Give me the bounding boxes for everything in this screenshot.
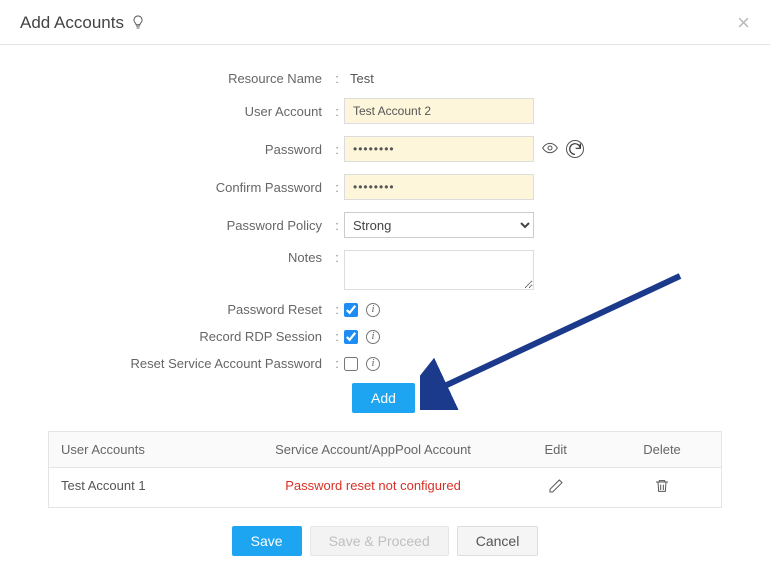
reset-svc-label: Reset Service Account Password — [40, 356, 330, 371]
lightbulb-icon[interactable] — [130, 14, 146, 33]
password-input[interactable] — [344, 136, 534, 162]
password-policy-label: Password Policy — [40, 218, 330, 233]
eye-icon[interactable] — [542, 140, 558, 159]
confirm-password-label: Confirm Password — [40, 180, 330, 195]
dialog-title: Add Accounts — [20, 13, 124, 33]
table-header: User Accounts Service Account/AppPool Ac… — [49, 432, 721, 467]
password-label: Password — [40, 142, 330, 157]
close-icon[interactable]: × — [737, 12, 750, 34]
cancel-button[interactable]: Cancel — [457, 526, 539, 556]
accounts-table: User Accounts Service Account/AppPool Ac… — [48, 431, 722, 508]
save-proceed-button: Save & Proceed — [310, 526, 449, 556]
user-account-label: User Account — [40, 104, 330, 119]
col-service-account: Service Account/AppPool Account — [238, 432, 509, 467]
table-row: Test Account 1 Password reset not config… — [49, 467, 721, 507]
row-user: Test Account 1 — [49, 468, 238, 507]
col-edit: Edit — [508, 432, 603, 467]
record-rdp-label: Record RDP Session — [40, 329, 330, 344]
add-button[interactable]: Add — [352, 383, 415, 413]
confirm-password-input[interactable] — [344, 174, 534, 200]
info-icon[interactable]: i — [366, 303, 380, 317]
resource-name-label: Resource Name — [40, 71, 330, 86]
form: Resource Name : Test User Account : Pass… — [0, 45, 770, 431]
generate-password-icon[interactable] — [566, 140, 584, 158]
password-reset-label: Password Reset — [40, 302, 330, 317]
user-account-input[interactable] — [344, 98, 534, 124]
delete-icon[interactable] — [654, 482, 670, 497]
resource-name-value: Test — [344, 71, 374, 86]
edit-icon[interactable] — [548, 482, 564, 497]
notes-input[interactable] — [344, 250, 534, 290]
save-button[interactable]: Save — [232, 526, 302, 556]
row-service-status: Password reset not configured — [238, 468, 509, 507]
record-rdp-checkbox[interactable] — [344, 330, 358, 344]
notes-label: Notes — [40, 250, 330, 265]
dialog-header: Add Accounts × — [0, 0, 770, 45]
footer-buttons: Save Save & Proceed Cancel — [0, 522, 770, 570]
info-icon[interactable]: i — [366, 330, 380, 344]
password-reset-checkbox[interactable] — [344, 303, 358, 317]
col-delete: Delete — [603, 432, 721, 467]
reset-service-checkbox[interactable] — [344, 357, 358, 371]
info-icon[interactable]: i — [366, 357, 380, 371]
col-user-accounts: User Accounts — [49, 432, 238, 467]
password-policy-select[interactable]: Strong — [344, 212, 534, 238]
